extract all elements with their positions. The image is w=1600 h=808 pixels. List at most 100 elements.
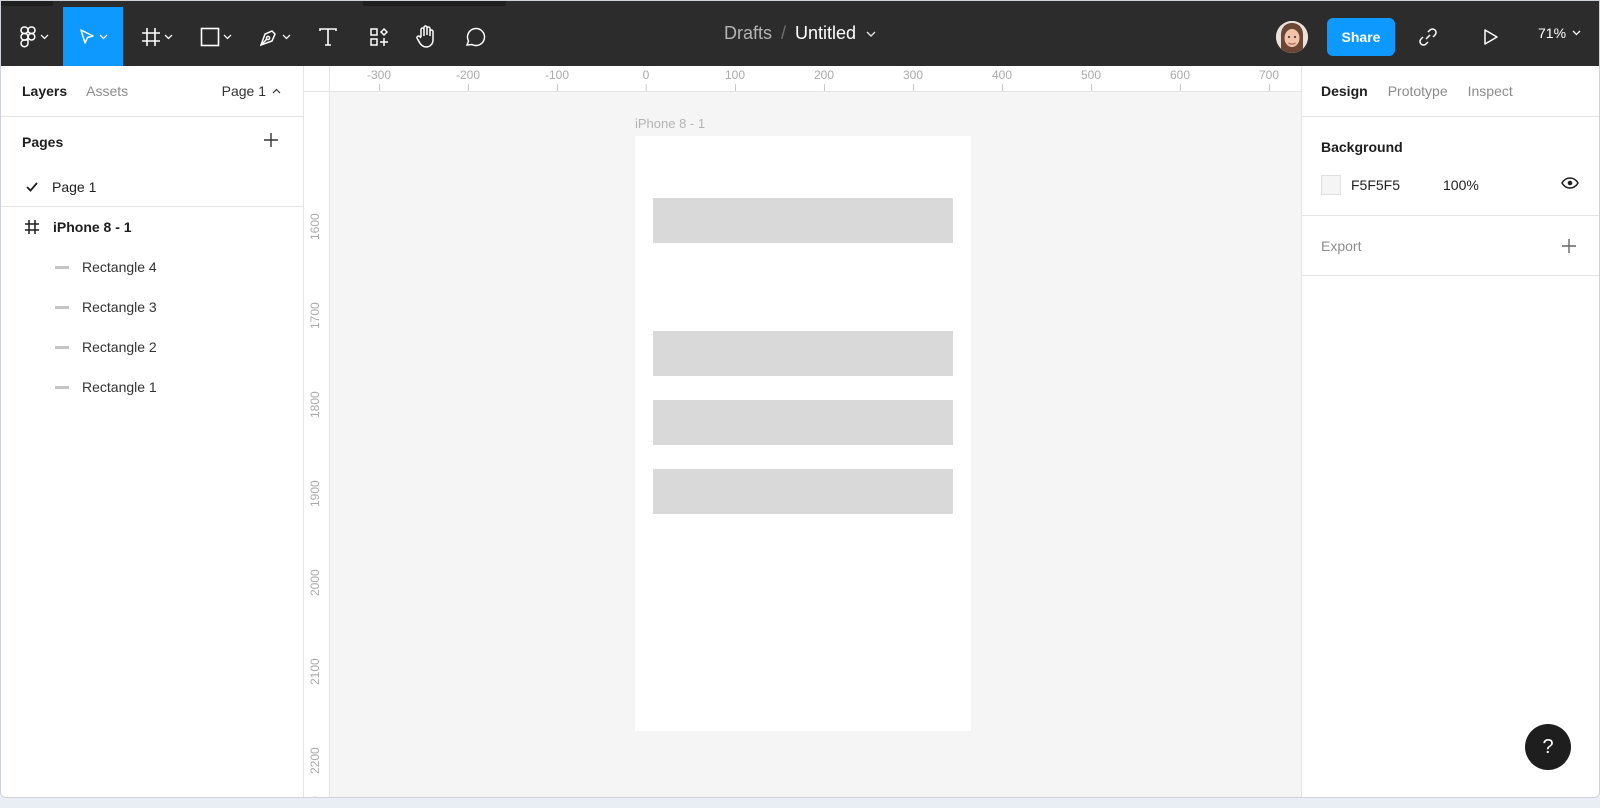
- chevron-down-icon: [164, 34, 173, 39]
- hand-tool-icon: [416, 24, 434, 48]
- canvas[interactable]: -300 -200 -100 0 100 200 300 400 500 600…: [304, 66, 1301, 797]
- ruler-tick: 700: [1258, 68, 1280, 91]
- ruler-tick: 2100: [308, 658, 322, 685]
- ruler-tick: -300: [366, 68, 392, 91]
- page-selector-label: Page 1: [221, 83, 266, 99]
- frame-icon: [25, 220, 39, 234]
- rectangle-3[interactable]: [653, 331, 953, 376]
- line-icon: [55, 385, 69, 389]
- ruler-tick: 0: [642, 68, 650, 91]
- avatar[interactable]: [1276, 21, 1308, 53]
- layer-frame-label: iPhone 8 - 1: [53, 219, 132, 235]
- ruler-tick: -100: [544, 68, 570, 91]
- page-selector[interactable]: Page 1: [222, 83, 281, 99]
- background-fill-row: F5F5F5 100%: [1302, 155, 1599, 215]
- figma-menu-button[interactable]: [9, 7, 59, 66]
- rectangle-4[interactable]: [653, 198, 953, 243]
- right-tabs: Design Prototype Inspect: [1302, 66, 1599, 117]
- ruler-tick: 2300: [308, 796, 322, 797]
- check-icon: [26, 181, 38, 192]
- figma-menu-icon: [20, 25, 36, 47]
- line-icon: [55, 265, 69, 269]
- page-item[interactable]: Page 1: [1, 167, 303, 207]
- hand-tool-button[interactable]: [409, 7, 443, 66]
- chevron-down-icon[interactable]: [866, 31, 876, 37]
- rectangle-2[interactable]: [653, 400, 953, 445]
- tab-assets[interactable]: Assets: [86, 83, 128, 99]
- ruler-tick: 200: [813, 68, 835, 91]
- ruler-tick: 1700: [308, 302, 322, 329]
- ruler-tick: 2000: [308, 569, 322, 596]
- move-tool-button[interactable]: [63, 7, 123, 66]
- add-export-icon[interactable]: [1561, 238, 1577, 254]
- chevron-down-icon: [282, 34, 291, 39]
- resources-button[interactable]: [362, 7, 396, 66]
- background-opacity[interactable]: 100%: [1443, 177, 1479, 193]
- ruler-tick: 300: [902, 68, 924, 91]
- text-tool-button[interactable]: [311, 7, 345, 66]
- present-button[interactable]: [1474, 7, 1508, 66]
- ruler-tick: 1600: [308, 213, 322, 240]
- ruler-tick: 1800: [308, 391, 322, 418]
- text-tool-icon: [319, 27, 337, 46]
- ruler-tick: 2200: [308, 747, 322, 774]
- color-swatch[interactable]: [1321, 175, 1341, 195]
- resources-icon: [370, 27, 389, 46]
- layer-frame[interactable]: iPhone 8 - 1: [1, 207, 303, 247]
- tab-design[interactable]: Design: [1321, 83, 1368, 99]
- frame-label[interactable]: iPhone 8 - 1: [635, 116, 705, 131]
- rectangle-tool-icon: [200, 27, 220, 46]
- help-button[interactable]: ?: [1525, 724, 1571, 770]
- left-panel: Layers Assets Page 1 Pages Page 1 iPhone…: [1, 66, 304, 797]
- export-title: Export: [1321, 237, 1362, 254]
- frame-tool-button[interactable]: [132, 7, 182, 66]
- zoom-menu[interactable]: 71%: [1538, 25, 1581, 41]
- layer-label: Rectangle 3: [82, 299, 157, 315]
- copy-link-button[interactable]: [1411, 7, 1445, 66]
- layer-item[interactable]: Rectangle 1: [1, 367, 303, 407]
- tab-inspect[interactable]: Inspect: [1468, 83, 1513, 99]
- chevron-up-icon: [272, 88, 281, 94]
- tab-prototype[interactable]: Prototype: [1388, 83, 1448, 99]
- export-section: Export: [1302, 216, 1599, 276]
- breadcrumb-separator: /: [780, 23, 786, 43]
- line-icon: [55, 345, 69, 349]
- play-icon: [1484, 28, 1498, 45]
- rectangle-tool-button[interactable]: [191, 7, 241, 66]
- line-icon: [55, 305, 69, 309]
- layer-item[interactable]: Rectangle 4: [1, 247, 303, 287]
- left-tabs: Layers Assets Page 1: [1, 66, 303, 117]
- user-avatar-icon: [1276, 21, 1308, 53]
- chevron-down-icon: [40, 34, 49, 39]
- layer-item[interactable]: Rectangle 3: [1, 287, 303, 327]
- horizontal-ruler: -300 -200 -100 0 100 200 300 400 500 600…: [330, 66, 1301, 92]
- chevron-down-icon: [99, 34, 108, 39]
- add-page-icon[interactable]: [263, 132, 279, 148]
- pages-title: Pages: [22, 134, 64, 150]
- eye-icon[interactable]: [1561, 177, 1579, 189]
- layer-label: Rectangle 1: [82, 379, 157, 395]
- iphone-frame[interactable]: [635, 136, 971, 731]
- layer-label: Rectangle 4: [82, 259, 157, 275]
- ruler-tick: -200: [455, 68, 481, 91]
- right-panel: Design Prototype Inspect Background F5F5…: [1301, 66, 1599, 797]
- pen-tool-button[interactable]: [250, 7, 300, 66]
- vertical-ruler: 1600 1700 1800 1900 2000 2100 2200 2300: [304, 92, 330, 797]
- comment-tool-button[interactable]: [458, 7, 492, 66]
- ruler-tick: 1900: [308, 480, 322, 507]
- file-name[interactable]: Untitled: [795, 23, 856, 44]
- share-button[interactable]: Share: [1327, 18, 1395, 56]
- breadcrumb-project[interactable]: Drafts: [724, 23, 772, 44]
- tab-strip: [363, 1, 506, 6]
- ruler-tick: 400: [991, 68, 1013, 91]
- background-hex[interactable]: F5F5F5: [1351, 177, 1443, 193]
- background-section: Background F5F5F5 100%: [1302, 117, 1599, 216]
- rectangle-1[interactable]: [653, 469, 953, 514]
- frame-tool-icon: [142, 27, 160, 46]
- tab-layers[interactable]: Layers: [22, 83, 67, 99]
- move-tool-icon: [80, 28, 94, 44]
- layer-label: Rectangle 2: [82, 339, 157, 355]
- chevron-down-icon: [1572, 30, 1581, 36]
- layer-item[interactable]: Rectangle 2: [1, 327, 303, 367]
- ruler-tick: 100: [724, 68, 746, 91]
